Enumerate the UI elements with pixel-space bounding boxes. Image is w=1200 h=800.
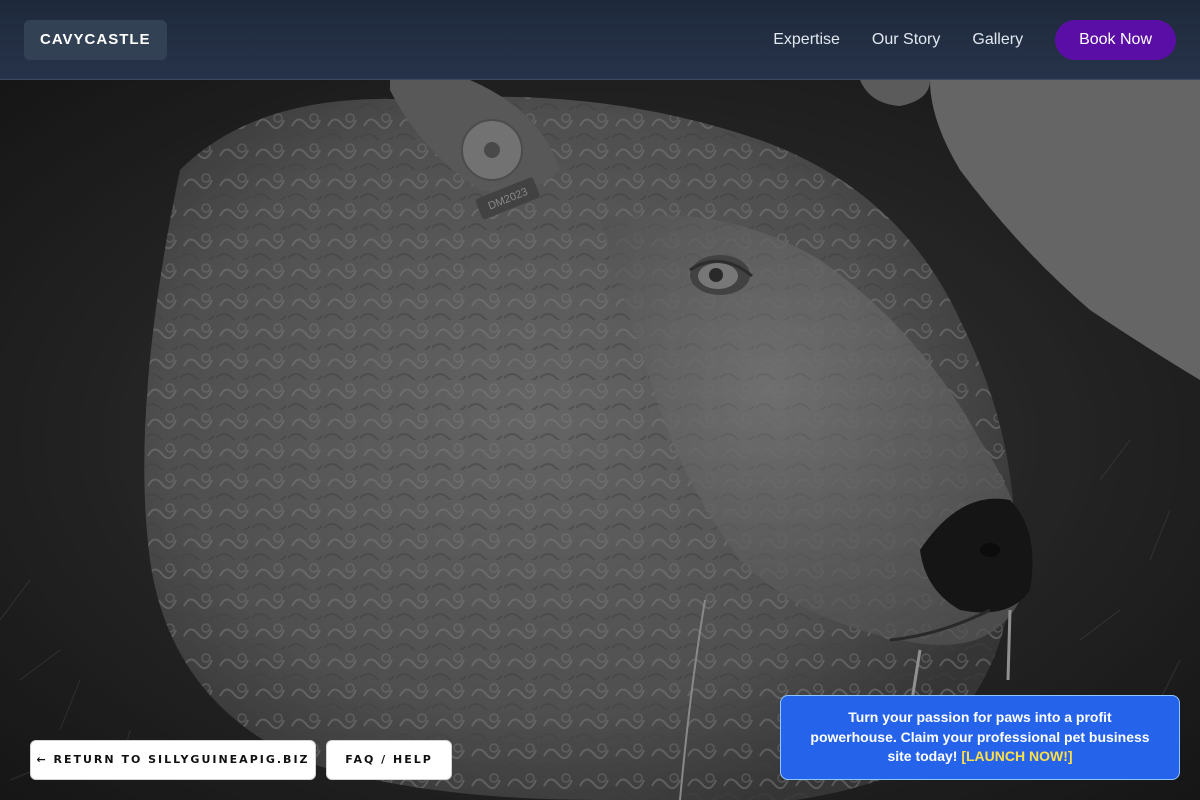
nav-link-gallery[interactable]: Gallery xyxy=(972,31,1023,49)
nav-link-our-story[interactable]: Our Story xyxy=(872,31,940,49)
promo-banner: Turn your passion for paws into a profit… xyxy=(780,695,1180,780)
hero-image: DM2023 xyxy=(0,80,1200,800)
hero-dark-overlay xyxy=(0,80,1200,800)
faq-help-button[interactable]: FAQ / HELP xyxy=(326,740,452,780)
return-to-site-button[interactable]: ← RETURN TO SILLYGUINEAPIG.BIZ xyxy=(30,740,316,780)
page: CAVYCASTLE Expertise Our Story Gallery B… xyxy=(0,0,1200,800)
launch-now-link[interactable]: [LAUNCH NOW!] xyxy=(961,748,1072,764)
book-now-button[interactable]: Book Now xyxy=(1055,20,1176,60)
nav-link-expertise[interactable]: Expertise xyxy=(773,31,840,49)
top-navbar: CAVYCASTLE Expertise Our Story Gallery B… xyxy=(0,0,1200,80)
nav-links: Expertise Our Story Gallery Book Now xyxy=(773,20,1176,60)
brand-logo[interactable]: CAVYCASTLE xyxy=(24,20,167,60)
